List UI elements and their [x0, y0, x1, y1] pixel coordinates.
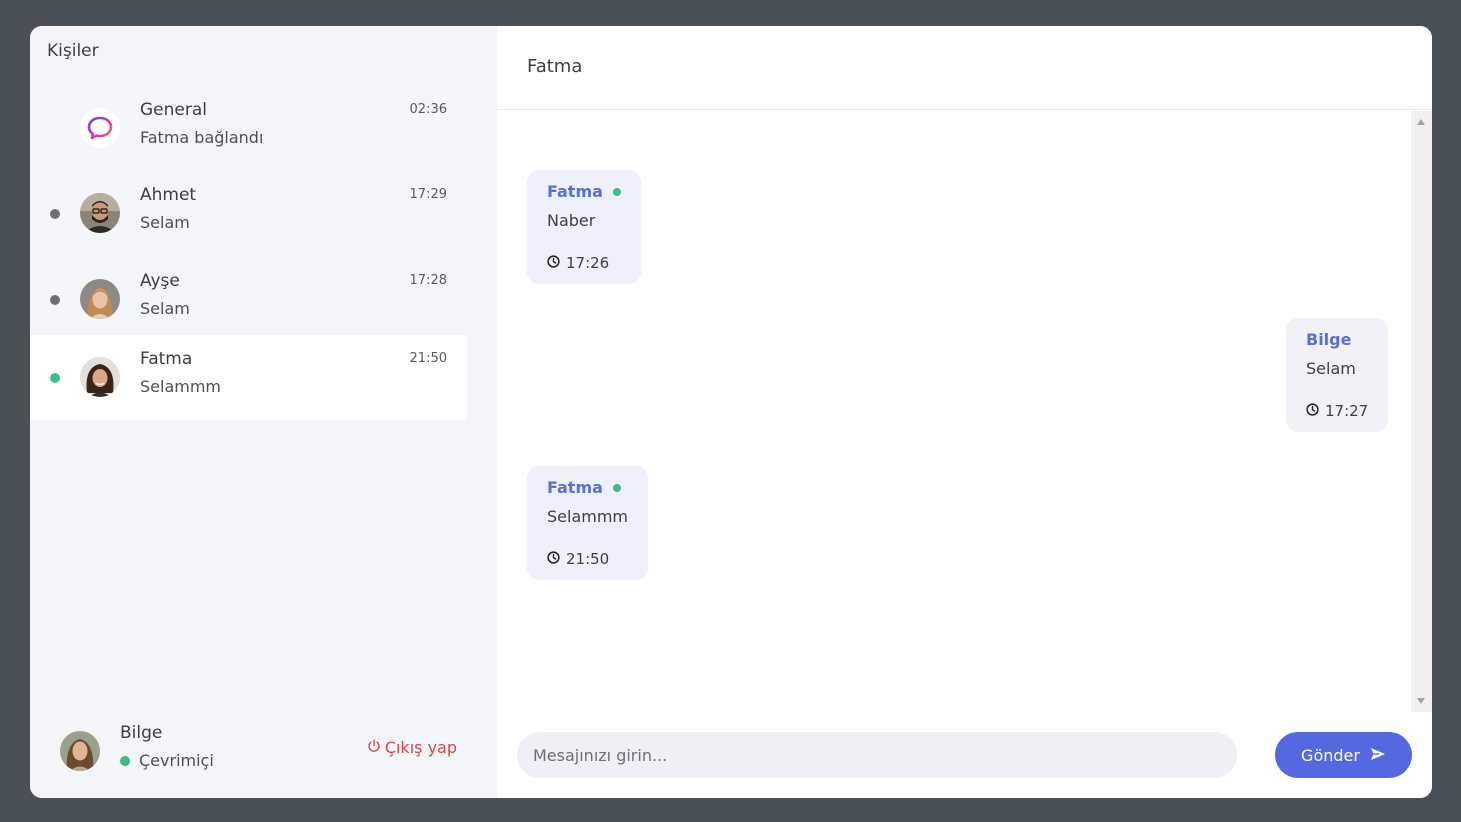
send-label: Gönder [1301, 745, 1360, 765]
contact-time: 21:50 [409, 351, 447, 366]
avatar [80, 193, 120, 233]
current-user-status: Çevrimiçi [120, 751, 214, 770]
contact-item-ayse[interactable]: Ayşe Selam 17:28 [30, 257, 467, 342]
message-scrollbar[interactable] [1411, 111, 1432, 712]
time-text: 17:26 [566, 254, 610, 272]
online-status-dot [612, 483, 621, 492]
current-user-panel: Bilge Çevrimiçi Çıkış yap [30, 713, 497, 798]
contact-time: 17:28 [409, 273, 447, 288]
contact-time: 02:36 [409, 102, 447, 117]
contact-name: General [140, 100, 207, 120]
chat-app-window: Kişiler General Fatma bağlandı 02:36 Ahm… [30, 26, 1432, 798]
chat-title: Fatma [527, 56, 583, 77]
contact-name: Fatma [140, 349, 193, 369]
message-text: Selam [1306, 359, 1356, 378]
contact-time: 17:29 [409, 187, 447, 202]
avatar [80, 279, 120, 319]
offline-status-dot [50, 295, 60, 305]
online-status-dot [120, 755, 130, 766]
message-author: Bilge [1306, 330, 1368, 349]
scroll-up-arrow-icon[interactable] [1417, 119, 1425, 125]
author-name: Fatma [547, 478, 603, 497]
message-time: 17:27 [1306, 402, 1368, 420]
message-time: 21:50 [547, 550, 628, 568]
send-button[interactable]: Gönder [1275, 732, 1412, 778]
time-text: 21:50 [566, 550, 610, 568]
clock-icon [547, 550, 560, 568]
message-bubble: Bilge Selam 17:27 [1286, 318, 1389, 432]
current-user-name: Bilge [120, 723, 163, 743]
message-composer: Gönder [497, 712, 1432, 798]
message-input[interactable] [517, 732, 1237, 778]
message-bubble: Fatma Naber 17:26 [527, 170, 641, 284]
message-author: Fatma [547, 478, 628, 497]
power-icon [367, 738, 381, 757]
chat-panel: Fatma Fatma Naber 17:26 Bilge Selam 17:2… [497, 26, 1432, 798]
contact-name: Ahmet [140, 185, 197, 205]
status-text: Çevrimiçi [139, 751, 214, 770]
avatar [60, 731, 100, 771]
contact-item-ahmet[interactable]: Ahmet Selam 17:29 [30, 171, 467, 256]
clock-icon [547, 254, 560, 272]
author-name: Fatma [547, 182, 603, 201]
message-list: Fatma Naber 17:26 Bilge Selam 17:27 Fatm… [497, 111, 1411, 712]
sidebar-title: Kişiler [47, 41, 99, 61]
scroll-down-arrow-icon[interactable] [1417, 698, 1425, 704]
message-author: Fatma [547, 182, 621, 201]
contact-item-fatma[interactable]: Fatma Selammm 21:50 [30, 335, 467, 420]
avatar [80, 357, 120, 397]
message-text: Selammm [547, 507, 629, 526]
contact-name: Ayşe [140, 271, 180, 291]
author-name: Bilge [1306, 330, 1352, 349]
logout-button[interactable]: Çıkış yap [367, 738, 457, 757]
general-chat-icon [80, 108, 120, 148]
contact-last-message: Selam [140, 213, 190, 232]
message-text: Naber [547, 211, 596, 230]
send-arrow-icon [1370, 746, 1386, 765]
logout-label: Çıkış yap [384, 738, 457, 757]
message-bubble: Fatma Selammm 21:50 [527, 466, 649, 580]
chat-header: Fatma [497, 26, 1432, 110]
clock-icon [1306, 402, 1319, 420]
time-text: 17:27 [1325, 402, 1369, 420]
contact-item-general[interactable]: General Fatma bağlandı 02:36 [30, 86, 467, 171]
offline-status-dot [50, 209, 60, 219]
online-status-dot [50, 373, 60, 383]
online-status-dot [612, 187, 621, 196]
contact-last-message: Selammm [140, 377, 222, 396]
contact-last-message: Selam [140, 299, 190, 318]
contacts-sidebar: Kişiler General Fatma bağlandı 02:36 Ahm… [30, 26, 497, 798]
message-time: 17:26 [547, 254, 621, 272]
contact-last-message: Fatma bağlandı [140, 128, 264, 147]
